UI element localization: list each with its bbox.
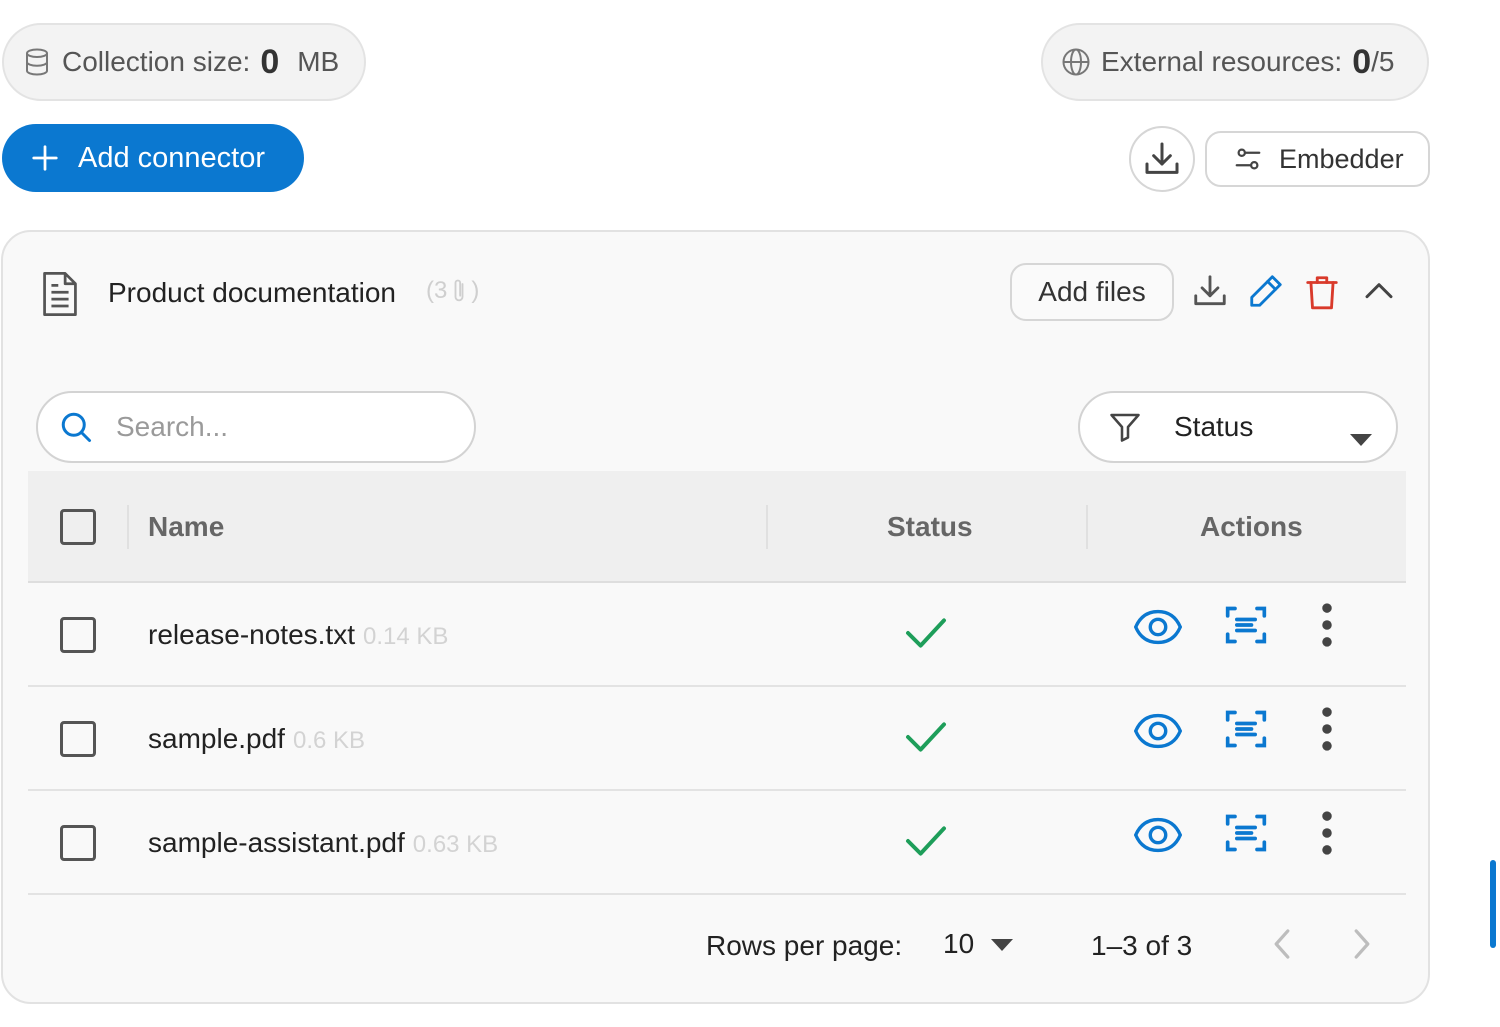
globe-icon: [1061, 47, 1091, 77]
search-box[interactable]: [36, 391, 476, 463]
file-size: 0.6 KB: [292, 727, 366, 754]
sliders-icon: [1233, 144, 1263, 174]
collection-size-unit: MB: [297, 46, 340, 77]
status-check-icon: [904, 823, 948, 864]
column-header-name[interactable]: Name: [148, 511, 224, 543]
database-icon: [22, 47, 52, 77]
column-divider: [1086, 505, 1088, 549]
add-files-button[interactable]: Add files: [1010, 263, 1174, 321]
paperclip-icon: [449, 277, 469, 305]
card-title: Product documentation: [108, 277, 396, 308]
row-checkbox[interactable]: [60, 825, 96, 861]
file-name[interactable]: sample-assistant.pdf: [148, 827, 405, 858]
status-check-icon: [904, 719, 948, 760]
embedder-button[interactable]: Embedder: [1205, 131, 1430, 187]
view-icon[interactable]: [1134, 711, 1182, 751]
search-input[interactable]: [116, 411, 416, 443]
file-name[interactable]: sample.pdf: [148, 723, 285, 754]
external-resources-max: /5: [1371, 46, 1395, 77]
rows-per-page-label: Rows per page:: [706, 930, 903, 961]
table-pagination: Rows per page: 10 1–3 of 3: [3, 922, 1428, 982]
files-table: Name Status Actions release-notes.txt 0.1…: [28, 471, 1406, 895]
column-header-status[interactable]: Status: [887, 511, 973, 543]
page-range: 1–3 of 3: [1091, 930, 1193, 961]
add-connector-label: Add connector: [78, 141, 266, 174]
collection-card: Product documentation (3 ) Add files Sea…: [1, 230, 1430, 1004]
file-name-cell: sample.pdf 0.6 KB: [148, 723, 365, 755]
view-icon[interactable]: [1134, 815, 1182, 855]
scan-text-icon[interactable]: [1224, 811, 1268, 855]
embedder-label: Embedder: [1279, 143, 1404, 174]
download-icon: [1142, 139, 1182, 179]
view-icon[interactable]: [1134, 607, 1182, 647]
download-icon[interactable]: [1191, 272, 1229, 310]
edit-icon[interactable]: [1247, 272, 1285, 310]
more-options-icon[interactable]: [1320, 603, 1334, 647]
table-row: release-notes.txt 0.14 KB: [28, 583, 1406, 687]
file-name-cell: release-notes.txt 0.14 KB: [148, 619, 448, 651]
file-name[interactable]: release-notes.txt: [148, 619, 355, 650]
trash-icon[interactable]: [1303, 272, 1341, 312]
row-checkbox[interactable]: [60, 721, 96, 757]
download-collection-button[interactable]: [1129, 126, 1195, 192]
external-resources-value: 0: [1352, 42, 1372, 81]
more-options-icon[interactable]: [1320, 707, 1334, 751]
chevron-up-icon[interactable]: [1363, 278, 1395, 302]
scan-text-icon[interactable]: [1224, 603, 1268, 647]
file-count-close: ): [471, 277, 480, 304]
external-resources-badge: External resources: 0 /5: [1041, 23, 1429, 101]
column-header-actions: Actions: [1200, 511, 1303, 542]
filter-icon: [1106, 409, 1144, 445]
file-size: 0.63 KB: [412, 831, 499, 858]
row-checkbox[interactable]: [60, 617, 96, 653]
scrollbar-thumb[interactable]: [1490, 860, 1496, 948]
more-options-icon[interactable]: [1320, 811, 1334, 855]
status-filter-label: Status: [1174, 411, 1254, 442]
collection-size-value: 0: [260, 42, 280, 81]
caret-down-icon: [1350, 421, 1372, 453]
status-check-icon: [904, 615, 948, 656]
select-all-checkbox[interactable]: [60, 509, 96, 545]
file-size: 0.14 KB: [363, 623, 449, 650]
chevron-left-icon[interactable]: [1271, 928, 1293, 965]
card-header: Product documentation (3 ) Add files: [3, 232, 1428, 352]
add-connector-button[interactable]: Add connector: [2, 124, 304, 192]
collection-size-badge: Collection size: 0 MB: [2, 23, 366, 101]
table-row: sample-assistant.pdf 0.63 KB: [28, 791, 1406, 895]
page-root: Collection size: 0 MB External resources…: [0, 0, 1500, 1027]
file-count-badge: (3 ): [426, 277, 479, 305]
external-resources-label: External resources:: [1101, 46, 1343, 77]
table-header: Name Status Actions: [28, 471, 1406, 583]
rows-per-page-select[interactable]: 10: [943, 928, 974, 960]
document-icon: [39, 270, 81, 323]
caret-down-icon[interactable]: [991, 938, 1013, 956]
column-divider: [127, 505, 129, 549]
chevron-right-icon[interactable]: [1351, 928, 1373, 965]
column-divider: [766, 505, 768, 549]
table-row: sample.pdf 0.6 KB: [28, 687, 1406, 791]
search-icon: [58, 409, 94, 445]
status-filter-select[interactable]: Status: [1078, 391, 1398, 463]
scan-text-icon[interactable]: [1224, 707, 1268, 751]
collection-size-label: Collection size:: [62, 46, 251, 77]
file-name-cell: sample-assistant.pdf 0.63 KB: [148, 827, 498, 859]
plus-icon: [30, 143, 60, 173]
file-count-value: (3: [426, 277, 448, 304]
